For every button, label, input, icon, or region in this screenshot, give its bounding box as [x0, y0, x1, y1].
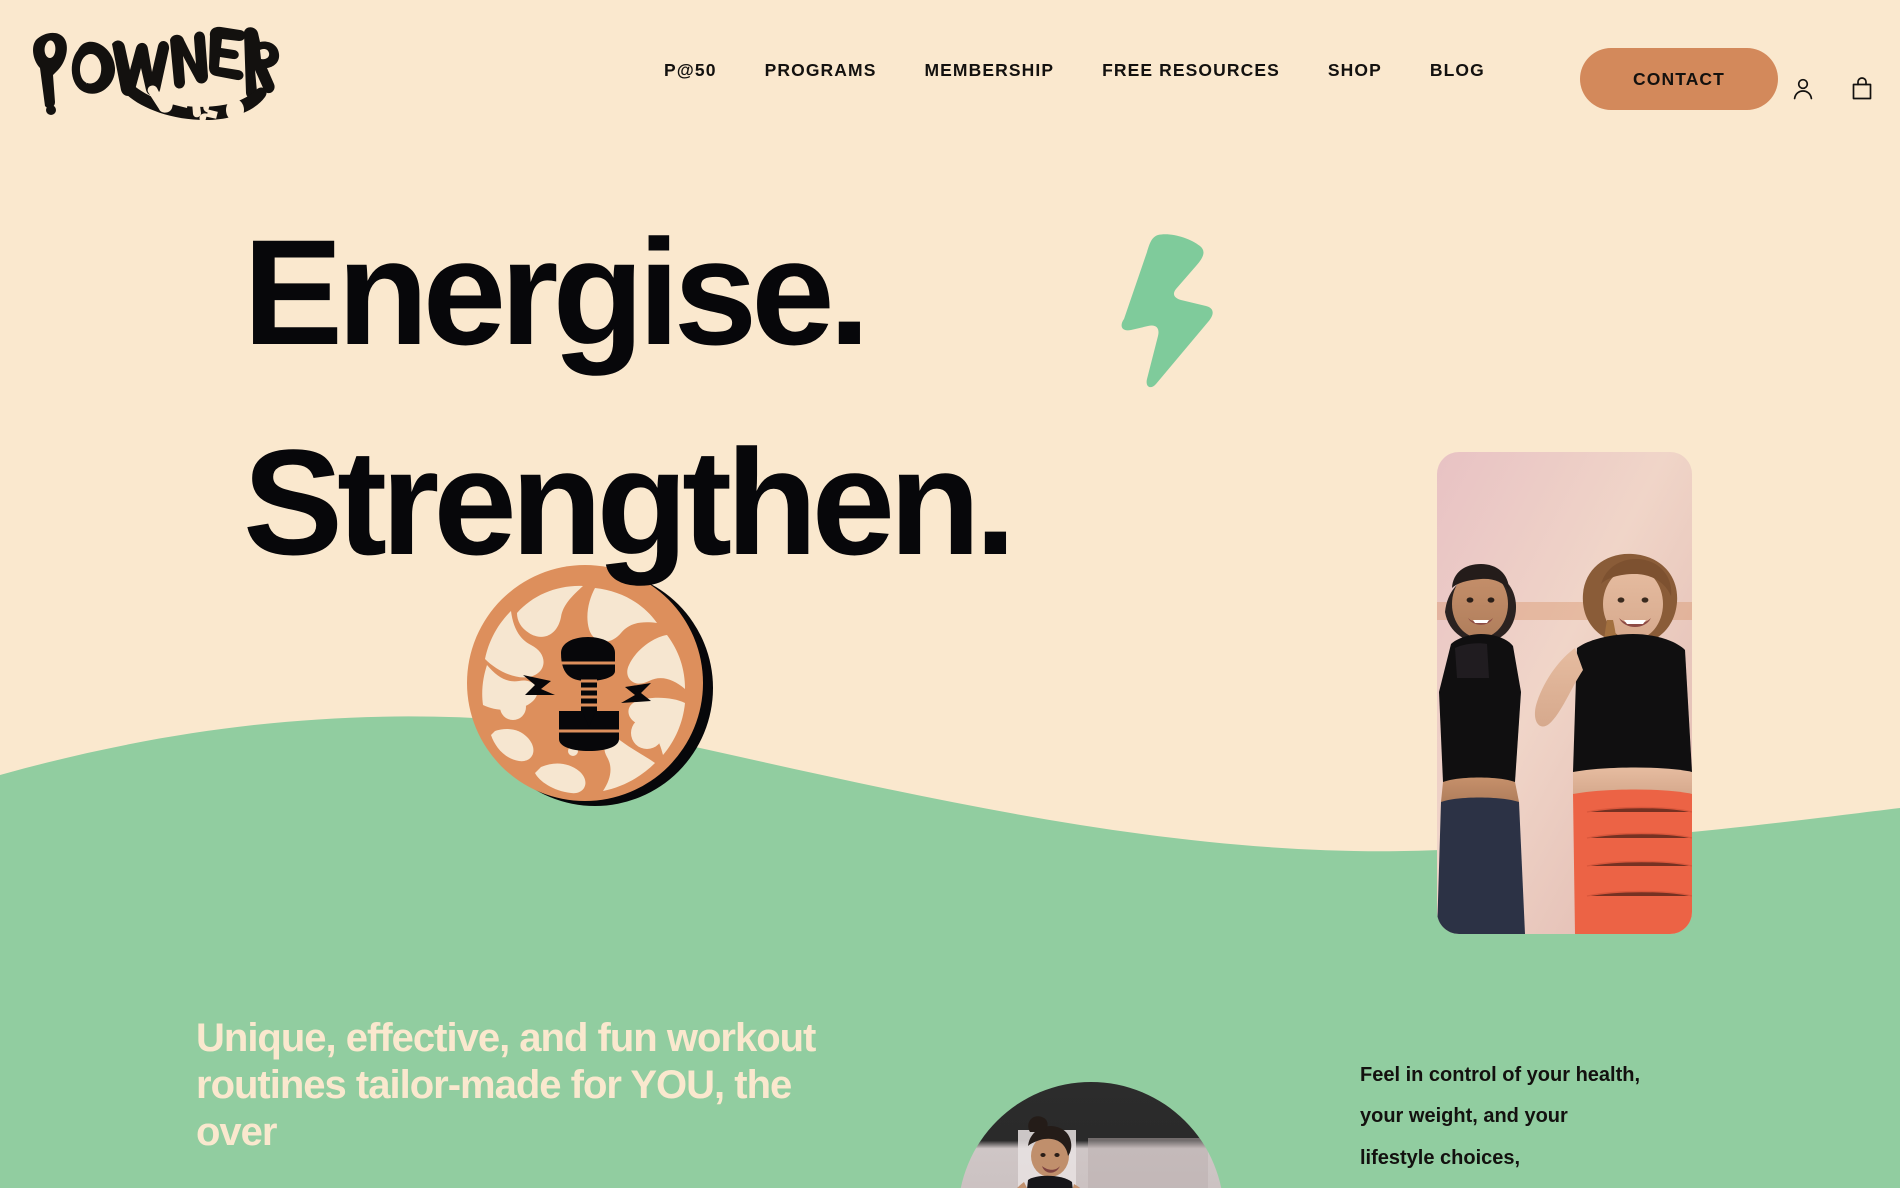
nav-item-membership[interactable]: MEMBERSHIP — [900, 60, 1078, 81]
power-at-50-logo[interactable] — [20, 18, 290, 123]
rock-solid-badge — [445, 555, 735, 825]
nav-item-shop[interactable]: SHOP — [1304, 60, 1406, 81]
promo-paragraph-line-1: Feel in control of your health, — [1360, 1064, 1641, 1086]
account-icon[interactable] — [1790, 76, 1816, 102]
promo-paragraph-line-3: lifestyle choices, — [1360, 1146, 1521, 1169]
nav-item-p50[interactable]: P@50 — [640, 60, 741, 81]
promo-paragraph-line-2: your weight, and your — [1360, 1105, 1568, 1128]
shopping-bag-icon[interactable] — [1849, 76, 1875, 102]
nav-item-blog[interactable]: BLOG — [1406, 60, 1509, 81]
contact-button[interactable]: CONTACT — [1580, 48, 1778, 110]
main-navigation: P@50 PROGRAMS MEMBERSHIP FREE RESOURCES … — [640, 60, 1509, 81]
nav-item-free-resources[interactable]: FREE RESOURCES — [1078, 60, 1304, 81]
promo-paragraph-line-4: accompanied by a team of — [1360, 1179, 1760, 1188]
promo-paragraph: Feel in control of your health, your wei… — [1360, 1055, 1760, 1188]
nav-item-programs[interactable]: PROGRAMS — [741, 60, 901, 81]
site-header: P@50 PROGRAMS MEMBERSHIP FREE RESOURCES … — [0, 0, 1900, 150]
hero-heading-line-1: Energise. — [243, 208, 870, 376]
hero-photo — [1437, 452, 1692, 934]
promo-heading: Unique, effective, and fun workout routi… — [196, 1016, 816, 1154]
lightning-bolt-icon — [1118, 232, 1223, 392]
hero-heading-line-2: Strengthen. — [243, 418, 1016, 586]
